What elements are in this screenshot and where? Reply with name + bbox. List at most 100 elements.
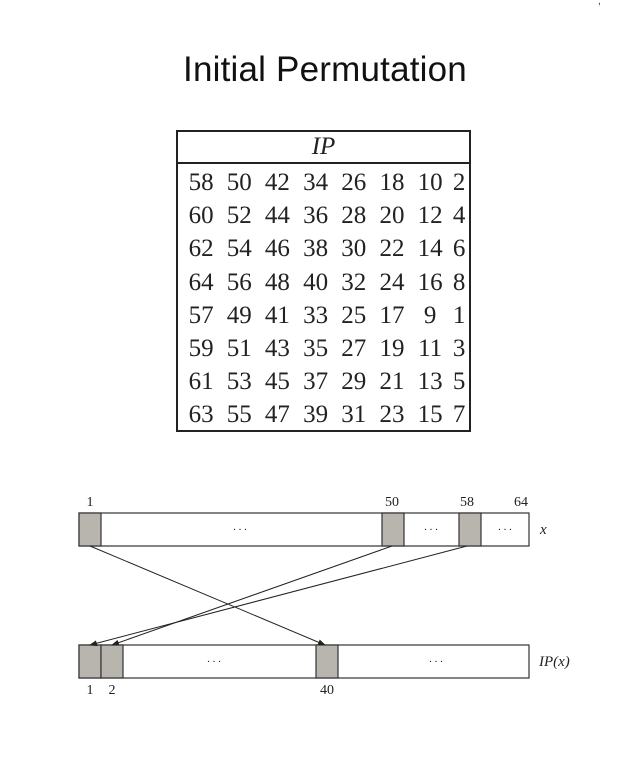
input-position-64: 64 [514,495,528,510]
page-title: Initial Permutation [183,50,467,89]
mapping-arrow-58-to-1 [89,545,468,647]
output-position-1: 1 [87,683,94,698]
ip-table-cell: 53 [226,368,252,396]
ip-table-cell: 51 [226,335,252,363]
ip-table-cell: 33 [303,301,329,329]
ip-table-cell: 31 [341,401,367,429]
ip-table: IP 58 50 42 34 26 18 10 2 60 52 44 36 28 20 12 4 62 54 46 3… [176,130,471,432]
ip-table-cell: 43 [264,335,290,363]
ip-table-cell: 59 [188,335,214,363]
ip-table-cell: 11 [418,335,443,363]
permutation-diagram: . . . . . . . . . 1 50 58 64 x . . . . .… [78,495,570,698]
ip-table-cell: 39 [303,401,329,429]
output-bit-2-cell [100,644,124,679]
ip-table-row: 62 54 46 38 30 22 14 6 [178,232,469,265]
ip-table-cell: 56 [226,268,252,296]
ip-table-cell: 4 [452,202,466,230]
ip-table-cell: 47 [264,401,290,429]
ip-table-row: 61 53 45 37 29 21 13 5 [178,365,469,398]
mapping-arrow-50-to-2 [111,545,393,646]
ip-table-row: 63 55 47 39 31 23 15 7 [178,398,469,431]
ip-table-cell: 1 [452,301,466,329]
output-ellipsis-2: . . . [429,653,443,665]
output-position-2: 2 [109,683,116,698]
input-bit-50-cell [381,512,405,547]
ip-table-cell: 22 [379,235,405,263]
ip-table-grid: 58 50 42 34 26 18 10 2 60 52 44 36 28 20 12 4 62 54 46 38 30… [178,166,469,432]
ip-table-cell: 24 [379,268,405,296]
ip-table-cell: 36 [303,202,329,230]
input-ellipsis-3: . . . [498,521,512,533]
ip-table-cell: 50 [226,169,252,197]
ip-table-row: 64 56 48 40 32 24 16 8 [178,266,469,299]
ip-table-cell: 27 [341,335,367,363]
ip-table-row: 57 49 41 33 25 17 9 1 [178,299,469,332]
output-block-ipx: . . . . . . [78,644,530,679]
ip-table-cell: 32 [341,268,367,296]
output-position-40: 40 [320,683,334,698]
ip-table-cell: 44 [264,202,290,230]
ip-table-cell: 37 [303,368,329,396]
ip-table-cell: 46 [264,235,290,263]
ip-table-row: 58 50 42 34 26 18 10 2 [178,166,469,199]
ip-table-cell: 19 [379,335,405,363]
corner-mark: , [598,0,601,7]
ip-table-cell: 23 [379,401,405,429]
ip-table-cell: 63 [188,401,214,429]
ip-table-cell: 29 [341,368,367,396]
output-block-outline [78,644,530,679]
input-bit-1-cell [78,512,102,547]
ip-table-cell: 26 [341,169,367,197]
ip-table-cell: 17 [379,301,405,329]
ip-table-cell: 7 [452,401,466,429]
input-block-x: . . . . . . . . . [78,512,530,547]
ip-table-cell: 34 [303,169,329,197]
ip-table-cell: 55 [226,401,252,429]
input-label-x: x [539,522,547,538]
ip-table-cell: 16 [417,268,443,296]
output-ellipsis-1: . . . [207,653,221,665]
ip-table-cell: 9 [423,301,437,329]
ip-table-cell: 15 [417,401,443,429]
ip-table-cell: 12 [417,202,443,230]
input-position-50: 50 [385,495,399,510]
input-position-1: 1 [87,495,94,510]
ip-table-cell: 25 [341,301,367,329]
input-position-58: 58 [460,495,474,510]
ip-table-cell: 58 [188,169,214,197]
ip-table-cell: 42 [264,169,290,197]
output-label-ipx: IP(x) [538,654,570,670]
ip-table-cell: 13 [417,368,443,396]
ip-table-cell: 41 [264,301,290,329]
ip-table-cell: 40 [303,268,329,296]
ip-table-cell: 49 [226,301,252,329]
output-bit-40-cell [315,644,339,679]
ip-table-cell: 20 [379,202,405,230]
input-ellipsis-2: . . . [424,521,438,533]
ip-table-cell: 62 [188,235,214,263]
ip-table-cell: 10 [417,169,443,197]
ip-table-cell: 38 [303,235,329,263]
mapping-arrow-1-to-40 [89,545,326,646]
ip-table-cell: 60 [188,202,214,230]
ip-table-cell: 8 [452,268,466,296]
ip-table-cell: 30 [341,235,367,263]
ip-table-cell: 35 [303,335,329,363]
ip-table-row: 59 51 43 35 27 19 11 3 [178,332,469,365]
output-bit-1-cell [78,644,102,679]
ip-table-cell: 52 [226,202,252,230]
ip-table-cell: 2 [452,169,466,197]
ip-table-cell: 18 [379,169,405,197]
ip-table-cell: 3 [452,335,466,363]
ip-table-cell: 45 [264,368,290,396]
ip-table-cell: 54 [226,235,252,263]
ip-table-cell: 6 [452,235,466,263]
ip-table-row: 60 52 44 36 28 20 12 4 [178,199,469,232]
ip-table-cell: 64 [188,268,214,296]
ip-table-cell: 28 [341,202,367,230]
ip-table-cell: 57 [188,301,214,329]
input-ellipsis-1: . . . [233,521,247,533]
input-bit-58-cell [458,512,482,547]
ip-table-cell: 5 [452,368,466,396]
ip-table-cell: 61 [188,368,214,396]
